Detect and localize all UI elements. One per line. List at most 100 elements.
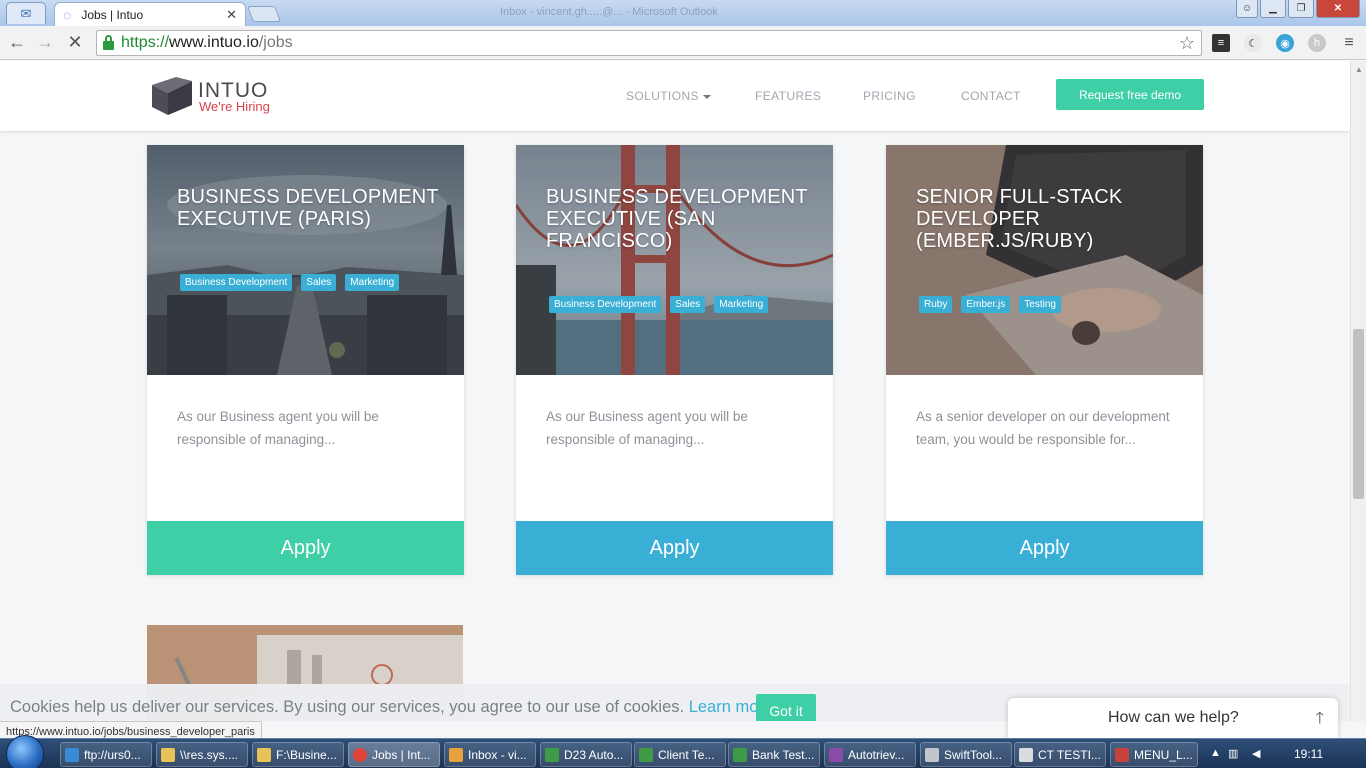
taskbar-item[interactable]: Bank Test... bbox=[728, 742, 820, 767]
start-button[interactable] bbox=[6, 735, 44, 768]
tag[interactable]: Ruby bbox=[919, 296, 953, 313]
url-host: www.intuo.io bbox=[169, 34, 259, 51]
browser-toolbar: ← → ✕ https://www.intuo.io/jobs ☆ ≡ ☾ ◉ … bbox=[0, 26, 1366, 60]
job-image-developer bbox=[886, 145, 1203, 375]
windows-taskbar: ftp://urs0... \\res.sys.... F:\Busine...… bbox=[0, 735, 1366, 768]
night-mode-extension-icon[interactable]: ☾ bbox=[1244, 34, 1262, 52]
taskbar-item[interactable]: Autotriev... bbox=[824, 742, 916, 767]
tag[interactable]: Sales bbox=[301, 274, 337, 291]
clock[interactable]: 19:11 bbox=[1294, 747, 1323, 761]
job-title[interactable]: BUSINESS DEVELOPMENT EXECUTIVE (SAN FRAN… bbox=[546, 186, 808, 252]
taskbar-item-label: ftp://urs0... bbox=[84, 747, 141, 762]
buffer-extension-icon[interactable]: ≡ bbox=[1212, 34, 1230, 52]
job-image-paris bbox=[147, 145, 464, 375]
account-extension-icon[interactable]: ◉ bbox=[1276, 34, 1294, 52]
chrome-menu-icon[interactable]: ≡ bbox=[1340, 34, 1358, 52]
taskbar-item[interactable]: Inbox - vi... bbox=[444, 742, 536, 767]
user-profile-icon[interactable]: ☺ bbox=[1236, 0, 1258, 18]
browser-tab-jobs[interactable]: ◌ Jobs | Intuo ✕ bbox=[54, 2, 246, 26]
job-card[interactable]: BUSINESS DEVELOPMENT EXECUTIVE (SAN FRAN… bbox=[516, 145, 833, 575]
tag[interactable]: Marketing bbox=[345, 274, 400, 291]
apply-button[interactable]: Apply bbox=[147, 521, 464, 575]
job-card[interactable]: BUSINESS DEVELOPMENT EXECUTIVE (PARIS) B… bbox=[147, 145, 464, 575]
page-viewport: INTUO We're Hiring SOLUTIONS FEATURES PR… bbox=[0, 61, 1350, 721]
tag[interactable]: Business Development bbox=[180, 274, 293, 291]
taskbar-item-label: Autotriev... bbox=[848, 747, 905, 762]
address-bar[interactable]: https://www.intuo.io/jobs ☆ bbox=[96, 30, 1202, 56]
taskbar-item[interactable]: CT TESTI... bbox=[1014, 742, 1106, 767]
loading-spinner-icon: ◌ bbox=[63, 6, 72, 23]
taskbar-item[interactable]: MENU_L... bbox=[1110, 742, 1198, 767]
job-card[interactable]: SENIOR FULL-STACK DEVELOPER (EMBER.JS/RU… bbox=[886, 145, 1203, 575]
nav-contact[interactable]: CONTACT bbox=[961, 89, 1021, 103]
nav-pricing[interactable]: PRICING bbox=[863, 89, 916, 103]
tag[interactable]: Marketing bbox=[714, 296, 769, 313]
apply-button[interactable]: Apply bbox=[516, 521, 833, 575]
forward-arrow-icon[interactable]: → bbox=[34, 32, 56, 53]
cookie-message: Cookies help us deliver our services. By… bbox=[10, 698, 778, 717]
chrome-icon bbox=[353, 747, 367, 762]
arrow-up-icon[interactable]: 🡑 bbox=[1316, 707, 1324, 734]
page-scrollbar[interactable]: ▲ bbox=[1350, 61, 1366, 721]
cookie-accept-button[interactable]: Got it bbox=[756, 694, 816, 721]
logo-tagline: We're Hiring bbox=[199, 99, 270, 114]
taskbar-item[interactable]: SwiftTool... bbox=[920, 742, 1012, 767]
taskbar-item[interactable]: ftp://urs0... bbox=[60, 742, 152, 767]
h-extension-icon[interactable]: h bbox=[1308, 34, 1326, 52]
browser-tab-strip: ✉ ◌ Jobs | Intuo ✕ Inbox - vincent.gh...… bbox=[0, 0, 1366, 26]
close-window-button[interactable]: ✕ bbox=[1316, 0, 1360, 18]
maximize-button[interactable]: ❐ bbox=[1288, 0, 1314, 18]
cookie-text: Cookies help us deliver our services. By… bbox=[10, 698, 685, 716]
tag[interactable]: Business Development bbox=[549, 296, 662, 313]
outlook-icon[interactable]: ✉ bbox=[6, 2, 46, 24]
tag[interactable]: Testing bbox=[1019, 296, 1061, 313]
taskbar-item[interactable]: F:\Busine... bbox=[252, 742, 344, 767]
nav-solutions-label: SOLUTIONS bbox=[626, 89, 699, 103]
bookmark-star-icon[interactable]: ☆ bbox=[1179, 33, 1195, 54]
window-icon bbox=[1019, 747, 1033, 762]
taskbar-item-label: \\res.sys.... bbox=[180, 747, 239, 762]
show-hidden-icons-arrow[interactable]: ▲ bbox=[1210, 747, 1221, 759]
app-icon bbox=[925, 747, 939, 762]
taskbar-item-label: CT TESTI... bbox=[1038, 747, 1101, 762]
job-description: As our Business agent you will be respon… bbox=[546, 409, 748, 447]
taskbar-item[interactable]: Client Te... bbox=[634, 742, 726, 767]
new-tab-button[interactable] bbox=[247, 6, 281, 22]
url-path: /jobs bbox=[258, 34, 293, 51]
apply-button[interactable]: Apply bbox=[886, 521, 1203, 575]
network-icon[interactable]: ▥ bbox=[1228, 747, 1238, 760]
minimize-button[interactable]: ▁ bbox=[1260, 0, 1286, 18]
nav-solutions[interactable]: SOLUTIONS bbox=[626, 89, 711, 103]
taskbar-item-label: Client Te... bbox=[658, 747, 715, 762]
app-icon bbox=[1115, 747, 1129, 762]
job-title[interactable]: BUSINESS DEVELOPMENT EXECUTIVE (PARIS) bbox=[177, 186, 439, 230]
stop-loading-icon[interactable]: ✕ bbox=[64, 32, 86, 53]
intuo-logo-icon[interactable] bbox=[152, 77, 192, 115]
volume-icon[interactable]: ◀ bbox=[1252, 747, 1260, 760]
lock-icon bbox=[103, 35, 114, 50]
request-demo-button[interactable]: Request free demo bbox=[1056, 79, 1204, 110]
outlook-icon bbox=[449, 747, 463, 762]
job-description: As our Business agent you will be respon… bbox=[177, 409, 379, 447]
back-arrow-icon[interactable]: ← bbox=[6, 32, 28, 53]
taskbar-item[interactable]: \\res.sys.... bbox=[156, 742, 248, 767]
taskbar-item-label: F:\Busine... bbox=[276, 747, 337, 762]
excel-icon bbox=[733, 747, 747, 762]
taskbar-item[interactable]: Jobs | Int... bbox=[348, 742, 440, 767]
excel-icon bbox=[545, 747, 559, 762]
taskbar-item-label: SwiftTool... bbox=[944, 747, 1003, 762]
job-title[interactable]: SENIOR FULL-STACK DEVELOPER (EMBER.JS/RU… bbox=[916, 186, 1178, 252]
url-scheme: https:// bbox=[121, 34, 170, 51]
window-controls: ☺ ▁ ❐ ✕ bbox=[1236, 0, 1360, 18]
scroll-thumb[interactable] bbox=[1353, 329, 1364, 499]
nav-features[interactable]: FEATURES bbox=[755, 89, 821, 103]
help-chat-widget[interactable]: How can we help? 🡑 bbox=[1008, 698, 1338, 738]
tag[interactable]: Ember.js bbox=[961, 296, 1011, 313]
scroll-up-icon[interactable]: ▲ bbox=[1355, 65, 1363, 74]
close-tab-icon[interactable]: ✕ bbox=[226, 7, 237, 23]
tag[interactable]: Sales bbox=[670, 296, 706, 313]
taskbar-item[interactable]: D23 Auto... bbox=[540, 742, 632, 767]
taskbar-item-label: Jobs | Int... bbox=[372, 747, 431, 762]
job-tags: Business Development Sales Marketing bbox=[180, 274, 400, 291]
job-tags: Ruby Ember.js Testing bbox=[919, 296, 1061, 313]
